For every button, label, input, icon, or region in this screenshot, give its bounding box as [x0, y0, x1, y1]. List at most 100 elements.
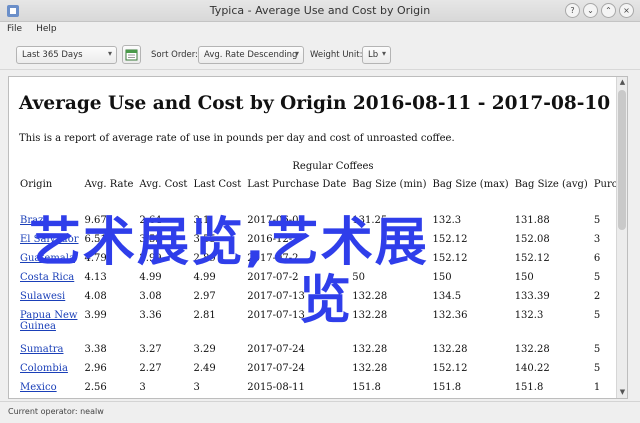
- cell-purchases: 5: [593, 363, 601, 374]
- cell-max: 151.8: [432, 382, 462, 393]
- cell-rate: 3.38: [84, 344, 107, 355]
- cell-last-cost: 3: [193, 382, 200, 393]
- cell-rate: 2.56: [84, 382, 107, 393]
- sort-order-label: Sort Order:: [151, 50, 198, 60]
- column-header: Last Purchase Date: [247, 179, 347, 190]
- table-row: Mexico 2.56 3 3 2015-08-11 151.8 151.8 151.8 1: [17, 380, 617, 398]
- origin-link[interactable]: Costa Rica: [20, 272, 74, 283]
- overlay-text-continued: 览: [299, 271, 352, 331]
- report-title: Average Use and Cost by Origin 2016-08-1…: [19, 93, 611, 114]
- date-range-select[interactable]: Last 365 Days ▾: [16, 46, 117, 64]
- sort-order-value: Avg. Rate Descending: [204, 50, 298, 60]
- date-range-value: Last 365 Days: [22, 50, 83, 60]
- origin-cell: Colombia: [17, 361, 82, 380]
- cell-purchases: 5: [593, 310, 601, 321]
- toolbar: Last 365 Days ▾ Sort Order: Avg. Rate De…: [0, 40, 640, 70]
- cell-avg: 150: [514, 272, 534, 283]
- window-minimize-button[interactable]: ⌄: [583, 3, 598, 18]
- cell-last-cost: 3.29: [193, 344, 216, 355]
- cell-min: 132.28: [352, 363, 388, 374]
- origin-link[interactable]: Sulawesi: [20, 291, 65, 302]
- column-header: Bag Size (min): [352, 179, 427, 190]
- cell-max: 152.12: [432, 234, 468, 245]
- origin-link[interactable]: Colombia: [20, 363, 68, 374]
- title-bar: Typica - Average Use and Cost by Origin …: [0, 0, 640, 22]
- column-header: Avg. Cost: [139, 179, 188, 190]
- column-header: Avg. Rate: [84, 179, 134, 190]
- scrollbar-thumb[interactable]: [618, 90, 626, 230]
- status-bar: Current operator: nealw: [0, 401, 640, 423]
- weight-unit-select[interactable]: Lb ▾: [362, 46, 391, 64]
- window-help-button[interactable]: ?: [565, 3, 580, 18]
- cell-max: 152.12: [432, 253, 468, 264]
- origin-cell: Sumatra: [17, 342, 82, 361]
- cell-avg: 152.12: [514, 253, 550, 264]
- scroll-up-icon[interactable]: ▲: [617, 77, 627, 88]
- origin-cell: Papua New Guinea: [17, 308, 82, 342]
- chevron-down-icon: ▾: [107, 49, 112, 58]
- cell-last-cost: 2.81: [193, 310, 216, 321]
- menu-file[interactable]: File: [0, 22, 29, 38]
- cell-max: 134.5: [432, 291, 462, 302]
- origin-cell: Mexico: [17, 380, 82, 398]
- cell-max: 132.36: [432, 310, 468, 321]
- cell-purchases: 2: [593, 291, 601, 302]
- chevron-down-icon: ▾: [381, 49, 386, 58]
- chevron-up-icon: ⌃: [605, 5, 612, 15]
- cell-avg: 133.39: [514, 291, 550, 302]
- cell-purchases: 6: [593, 253, 601, 264]
- menu-help[interactable]: Help: [29, 22, 64, 38]
- current-operator: Current operator: nealw: [8, 407, 104, 416]
- column-header: Purchases: [593, 179, 617, 190]
- cell-date: 2015-08-11: [247, 382, 305, 393]
- column-header: Bag Size (avg): [514, 179, 588, 190]
- cell-avg: 151.8: [514, 382, 544, 393]
- cell-purchases: 5: [593, 272, 601, 283]
- cell-avg-cost: 3: [139, 382, 146, 393]
- cell-max: 132.3: [432, 215, 462, 226]
- cell-rate: 4.08: [84, 291, 107, 302]
- chevron-down-icon: ⌄: [587, 5, 594, 15]
- cell-date: 2017-07-24: [247, 344, 305, 355]
- overlay-text: 艺术展览,艺术展: [29, 213, 429, 273]
- origin-link[interactable]: Sumatra: [20, 344, 64, 355]
- cell-avg-cost: 3.08: [139, 291, 162, 302]
- column-header: Bag Size (max): [432, 179, 509, 190]
- cell-min: 132.28: [352, 310, 388, 321]
- cell-avg: 140.22: [514, 363, 550, 374]
- origin-link[interactable]: Mexico: [20, 382, 57, 393]
- report-view: Average Use and Cost by Origin 2016-08-1…: [8, 76, 628, 399]
- origin-cell: Sulawesi: [17, 289, 82, 308]
- cell-min: 132.28: [352, 344, 388, 355]
- calendar-button[interactable]: [122, 45, 141, 64]
- cell-avg: 131.88: [514, 215, 550, 226]
- cell-avg-cost: 3.36: [139, 310, 162, 321]
- weight-unit-label: Weight Unit:: [310, 50, 363, 60]
- question-icon: ?: [570, 5, 575, 15]
- window-close-button[interactable]: ×: [619, 3, 634, 18]
- origin-link[interactable]: Papua New Guinea: [20, 310, 77, 332]
- calendar-icon: [125, 49, 138, 61]
- scroll-down-icon[interactable]: ▼: [617, 387, 627, 398]
- cell-last-cost: 2.97: [193, 291, 216, 302]
- cell-rate: 3.99: [84, 310, 107, 321]
- table-row: Sumatra 3.38 3.27 3.29 2017-07-24 132.28 132.2…: [17, 342, 617, 361]
- window-maximize-button[interactable]: ⌃: [601, 3, 616, 18]
- chevron-down-icon: ▾: [294, 49, 299, 58]
- cell-max: 150: [432, 272, 452, 283]
- cell-max: 152.12: [432, 363, 468, 374]
- table-row: Colombia 2.96 2.27 2.49 2017-07-24 132.28 152.…: [17, 361, 617, 380]
- cell-avg-cost: 2.27: [139, 363, 162, 374]
- vertical-scrollbar[interactable]: ▲ ▼: [616, 77, 627, 398]
- cell-min: 151.8: [352, 382, 381, 393]
- cell-rate: 2.96: [84, 363, 107, 374]
- window-title: Typica - Average Use and Cost by Origin: [209, 4, 431, 17]
- cell-purchases: 5: [593, 344, 601, 355]
- sort-order-select[interactable]: Avg. Rate Descending ▾: [198, 46, 304, 64]
- close-icon: ×: [623, 5, 630, 15]
- table-caption: Regular Coffees: [292, 161, 374, 172]
- cell-avg: 132.28: [514, 344, 550, 355]
- menu-bar: File Help: [0, 22, 640, 38]
- report-intro: This is a report of average rate of use …: [19, 133, 455, 144]
- weight-unit-value: Lb: [368, 50, 379, 60]
